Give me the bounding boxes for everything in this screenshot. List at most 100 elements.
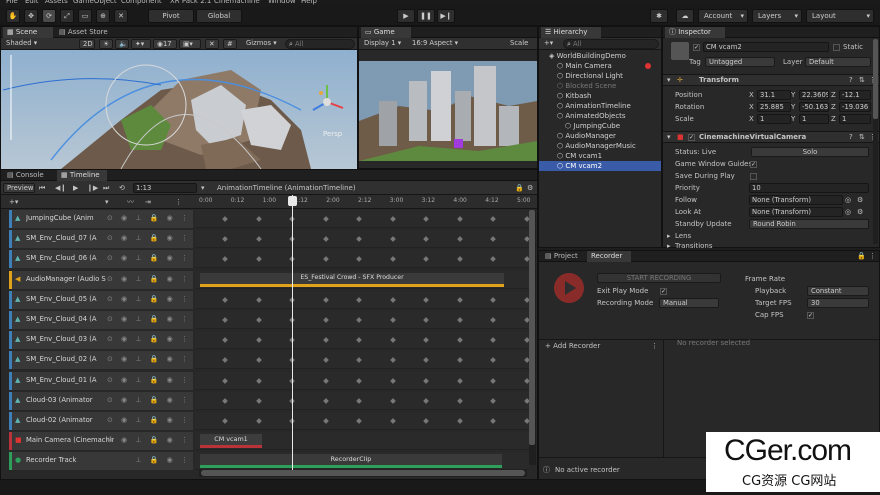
keyframe-icon[interactable] [490, 296, 496, 303]
help-icon[interactable]: ? [849, 132, 853, 142]
keyframe-icon[interactable] [423, 256, 429, 263]
target-fps-dropdown[interactable]: 30 [807, 298, 869, 308]
layout-dropdown[interactable]: Layout ▾ [806, 9, 874, 23]
keyframe-icon[interactable] [222, 357, 228, 364]
keyframe-icon[interactable] [356, 337, 362, 344]
keyframe-icon[interactable] [423, 317, 429, 323]
rec-mode-dropdown[interactable]: Manual [659, 298, 719, 308]
keyframe-icon[interactable] [356, 317, 362, 323]
keyframe-icon[interactable] [255, 236, 262, 243]
collab-icon[interactable]: ✱ [650, 9, 668, 23]
shading-mode-dropdown[interactable]: Shaded ▾ [3, 39, 73, 49]
cinemachine-header[interactable]: ▾ ■ ✓ CinemachineVirtualCamera ? ⇅ ⋮ [663, 131, 879, 143]
rotation-y-field[interactable]: -50.163 [799, 102, 829, 112]
track-controls-icon[interactable]: ⊙ ◉ ⊥ 🔒 ◉ ⋮ [107, 376, 191, 384]
hierarchy-item[interactable]: ⬡ Kitbash [539, 91, 661, 101]
track-lane[interactable] [195, 230, 530, 249]
markers-icon[interactable]: ▾ [105, 197, 109, 207]
hierarchy-item[interactable]: ⬡ AudioManager [539, 131, 661, 141]
keyframe-icon[interactable] [356, 296, 362, 303]
audio-icon[interactable]: 🔈 [115, 39, 129, 49]
menu-item[interactable]: Cinemachine [214, 0, 260, 5]
goto-start-icon[interactable]: ⏮ [39, 183, 45, 193]
loop-icon[interactable]: ⟲ [119, 183, 125, 193]
track-controls-icon[interactable]: ⊙ ◉ ⊥ 🔒 ◉ ⋮ [107, 416, 191, 424]
keyframe-icon[interactable] [222, 317, 228, 323]
play-button[interactable]: ▶ [397, 9, 415, 23]
timeline-track-header[interactable]: ● Recorder Track ⊥ 🔒 ◉ ⋮ [9, 452, 193, 471]
layers-dropdown[interactable]: Layers ▾ [752, 9, 802, 23]
gear-icon[interactable]: ⚙ [857, 195, 863, 205]
keyframe-icon[interactable] [222, 296, 228, 303]
keyframe-icon[interactable] [456, 397, 463, 404]
audio-clip[interactable]: ES_Festival Crowd - SFX Producer [200, 272, 504, 287]
keyframe-icon[interactable] [456, 256, 463, 263]
track-lane[interactable] [195, 250, 530, 269]
prev-frame-icon[interactable]: ◀❙ [55, 183, 66, 193]
timeline-track-header[interactable]: ■ Main Camera (Cinemachine ⊙ ◉ ⊥ 🔒 ◉ ⋮ [9, 432, 193, 451]
exit-play-checkbox[interactable]: ✓ [660, 288, 667, 295]
help-icon[interactable]: ? [849, 75, 853, 85]
keyframe-icon[interactable] [423, 236, 429, 243]
track-lane[interactable] [195, 311, 530, 329]
object-name-field[interactable]: CM vcam2 [703, 42, 829, 52]
keyframe-icon[interactable] [490, 216, 496, 222]
scale-tool-icon[interactable]: ⤢ [60, 9, 74, 23]
scale-y-field[interactable]: 1 [799, 114, 829, 124]
scale-x-field[interactable]: 1 [757, 114, 791, 124]
keyframe-icon[interactable] [322, 317, 329, 323]
keyframe-icon[interactable] [322, 357, 329, 364]
pause-button[interactable]: ❚❚ [417, 9, 435, 23]
keyframe-icon[interactable] [356, 397, 362, 404]
goto-end-icon[interactable]: ⏭ [103, 183, 109, 193]
move-tool-icon[interactable]: ✥ [24, 9, 38, 23]
presets-icon[interactable]: ⇅ [859, 75, 865, 85]
track-lane[interactable] [195, 331, 530, 350]
timeline-track-header[interactable]: ▲ SM_Env_Cloud_04 (A ⊙ ◉ ⊥ 🔒 ◉ ⋮ [9, 311, 193, 329]
keyframe-icon[interactable] [456, 317, 463, 323]
save-play-checkbox[interactable] [750, 173, 757, 180]
track-lane[interactable]: CM vcam1 [195, 432, 529, 451]
active-checkbox[interactable]: ✓ [693, 44, 700, 51]
keyframe-icon[interactable] [255, 317, 262, 323]
rotate-tool-icon[interactable]: ⟳ [42, 9, 56, 23]
playback-dropdown[interactable]: Constant [807, 286, 869, 296]
menu-item[interactable]: XR Pack 2.1 [170, 0, 211, 5]
account-dropdown[interactable]: Account ▾ [698, 9, 748, 23]
keyframe-icon[interactable] [423, 216, 429, 222]
track-controls-icon[interactable]: ⊙ ◉ ⊥ 🔒 ◉ ⋮ [107, 214, 191, 222]
keyframe-icon[interactable] [423, 377, 429, 384]
keyframe-icon[interactable] [255, 337, 262, 344]
keyframe-icon[interactable] [490, 377, 496, 384]
lock-icon[interactable]: 🔒 [515, 183, 524, 193]
follow-field[interactable]: None (Transform) [749, 195, 843, 205]
track-controls-icon[interactable]: ⊙ ◉ ⊥ 🔒 ◉ ⋮ [107, 396, 191, 404]
menu-item[interactable]: GameObject [73, 0, 117, 5]
keyframe-icon[interactable] [322, 256, 329, 263]
keyframe-icon[interactable] [356, 418, 362, 424]
priority-field[interactable]: 10 [749, 183, 869, 193]
keyframe-icon[interactable] [389, 236, 396, 243]
keyframe-icon[interactable] [456, 377, 463, 384]
time-ruler[interactable]: 0:00 0:12 1:00 1:12 2:00 2:12 3:00 3:12 4:00 4:12… [199, 195, 530, 209]
keyframe-icon[interactable] [322, 216, 329, 222]
effects-icon[interactable]: ✦▾ [131, 39, 151, 49]
hierarchy-item[interactable]: ⬡ JumpingCube [539, 121, 661, 131]
track-controls-icon[interactable]: ⊙ ◉ ⊥ 🔒 ◉ ⋮ [107, 355, 191, 363]
keyframe-icon[interactable] [423, 418, 429, 424]
keyframe-icon[interactable] [456, 216, 463, 222]
keyframe-icon[interactable] [423, 397, 429, 404]
hierarchy-item[interactable]: ⬡ Main Camera [539, 61, 661, 71]
keyframe-icon[interactable] [423, 296, 429, 303]
keyframe-icon[interactable] [222, 256, 228, 263]
keyframe-icon[interactable] [456, 296, 463, 303]
tools-icon[interactable]: ✕ [205, 39, 219, 49]
curves-icon[interactable]: 〰 [127, 197, 134, 207]
scale-z-field[interactable]: 1 [839, 114, 871, 124]
playhead-handle[interactable] [288, 196, 297, 206]
hierarchy-item[interactable]: ◈ WorldBuildingDemo [539, 51, 661, 61]
playhead[interactable] [292, 195, 293, 470]
tab-asset-store[interactable]: ▤ Asset Store [55, 27, 115, 38]
track-controls-icon[interactable]: ⊙ ◉ ⊥ 🔒 ◉ ⋮ [107, 275, 191, 283]
keyframe-icon[interactable] [255, 216, 262, 222]
